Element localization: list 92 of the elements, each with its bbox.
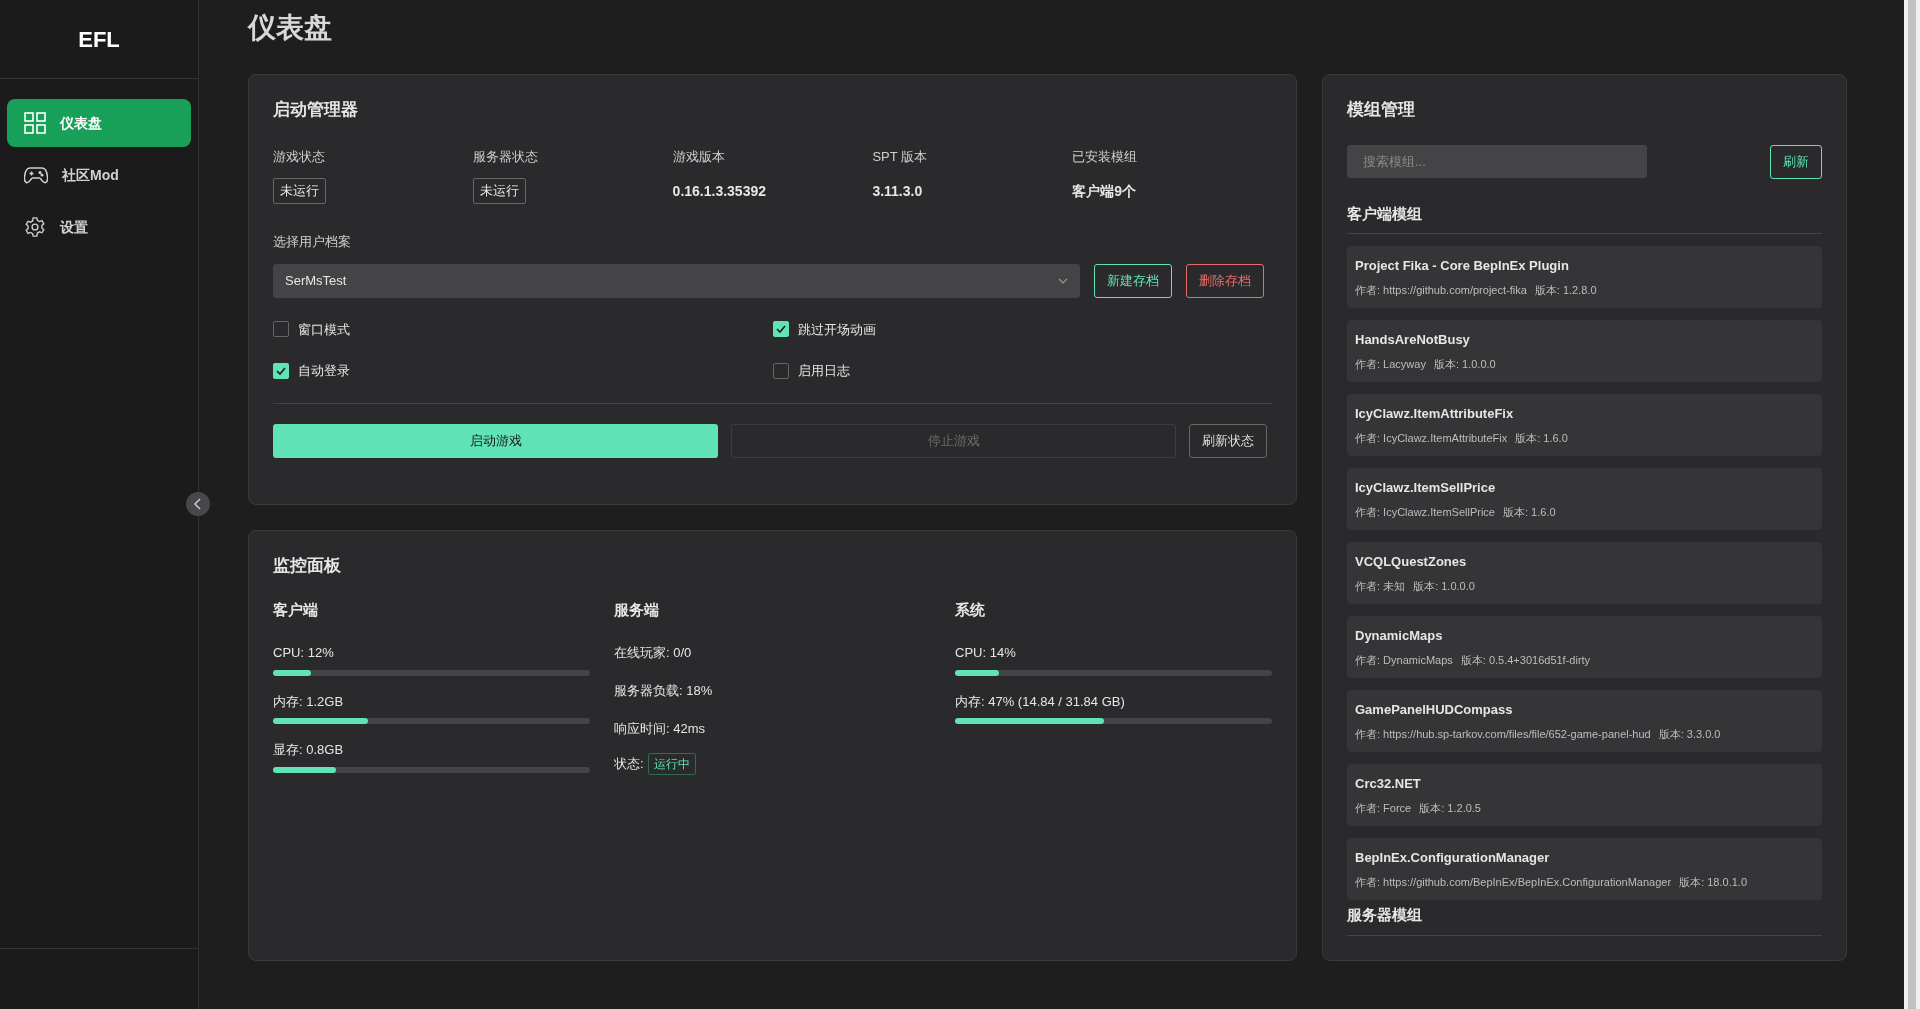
mod-card[interactable]: Project Fika - Core BepInEx Plugin 作者: https://github.com/project-fika 版本: 1.2.8.0 [1347, 246, 1822, 308]
mod-name: HandsAreNotBusy [1355, 331, 1471, 349]
mod-author: 作者: https://hub.sp-tarkov.com/files/file/652-game-panel-hud [1355, 726, 1651, 742]
mod-name: IcyClawz.ItemSellPrice [1355, 479, 1497, 497]
status-label: 游戏状态 [273, 147, 325, 166]
mod-card[interactable]: IcyClawz.ItemAttributeFix 作者: IcyClawz.ItemAttributeFix 版本: 1.6.0 [1347, 394, 1822, 456]
mod-name: IcyClawz.ItemAttributeFix [1355, 405, 1515, 423]
checkbox-label: 窗口模式 [298, 320, 350, 339]
mod-card[interactable]: GamePanelHUDCompass 作者: https://hub.sp-tarkov.com/files/file/652-game-panel-hud 版本: 3.3.0.0 [1347, 690, 1822, 752]
page-title: 仪表盘 [248, 11, 333, 45]
mod-name: Crc32.NET [1355, 775, 1422, 793]
gamepad-icon [24, 166, 48, 184]
mod-version: 版本: 3.3.0.0 [1658, 726, 1721, 742]
mod-name: BepInEx.ConfigurationManager [1355, 849, 1551, 867]
status-label: SPT 版本 [872, 147, 928, 166]
refresh-button[interactable]: 刷新 [1770, 144, 1822, 179]
nav-item[interactable]: 社区Mod [7, 151, 191, 199]
mod-card[interactable]: HandsAreNotBusy 作者: Lacyway 版本: 1.0.0.0 [1347, 320, 1822, 382]
stat-text: 在线玩家: 0/0 [614, 644, 693, 662]
checkbox-label: 自动登录 [298, 362, 350, 380]
mod-author: 作者: IcyClawz.ItemAttributeFix [1355, 430, 1508, 446]
checkbox[interactable] [273, 362, 289, 379]
panel-title: 监控面板 [273, 555, 342, 577]
mod-name: VCQLQuestZones [1355, 553, 1468, 571]
column-title: 系统 [955, 599, 986, 620]
meter-label: 显存: 0.8GB [273, 741, 345, 759]
mod-version: 版本: 1.6.0 [1515, 430, 1568, 446]
mod-author: 作者: IcyClawz.ItemSellPrice [1355, 504, 1495, 520]
mod-version: 版本: 1.0.0.0 [1433, 356, 1496, 372]
section-title: 服务器模组 [1347, 904, 1822, 936]
meter-label: 内存: 1.2GB [273, 692, 345, 711]
profile-button[interactable]: 新建存档 [1094, 263, 1172, 298]
check-icon [276, 366, 286, 375]
checkbox[interactable] [772, 362, 789, 379]
status-label: 服务器状态 [472, 147, 538, 166]
chevron-down-icon [1058, 277, 1068, 284]
meter-label: 内存: 47% (14.84 / 31.84 GB) [955, 692, 1126, 711]
mod-author: 作者: 未知 [1355, 578, 1406, 594]
profile-button[interactable]: 删除存档 [1186, 263, 1264, 298]
mod-name: Project Fika - Core BepInEx Plugin [1355, 257, 1570, 275]
settings-icon [24, 216, 46, 238]
checkbox[interactable] [772, 321, 789, 338]
collapse-button[interactable] [186, 492, 210, 516]
search-field[interactable]: 搜索模组... [1347, 145, 1647, 178]
check-icon [775, 325, 786, 334]
column-title: 服务端 [614, 599, 660, 620]
mod-version: 版本: 1.2.8.0 [1534, 282, 1597, 298]
status-label: 已安装模组 [1072, 147, 1138, 166]
mod-card[interactable]: BepInEx.ConfigurationManager 作者: https://github.com/BepInEx/BepInEx.ConfigurationManager 版本: 18.0.1.0 [1347, 838, 1822, 900]
mod-version: 版本: 1.0.0.0 [1413, 578, 1475, 594]
checkbox-label: 跳过开场动画 [797, 320, 876, 339]
mod-card[interactable]: DynamicMaps 作者: DynamicMaps 版本: 0.5.4+3016d51f-dirty [1347, 616, 1822, 678]
mod-name: GamePanelHUDCompass [1355, 701, 1514, 719]
action-button[interactable]: 刷新状态 [1189, 423, 1267, 458]
mod-author: 作者: https://github.com/project-fika [1355, 282, 1527, 298]
profile-select[interactable]: SerMsTest [273, 263, 1080, 298]
mod-author: 作者: Lacyway [1355, 356, 1426, 372]
mod-name: DynamicMaps [1355, 627, 1444, 645]
status-value: 3.11.3.0 [872, 182, 923, 201]
status-badge: 未运行 [472, 178, 526, 204]
mod-version: 版本: 1.2.0.5 [1419, 800, 1481, 816]
section-title: 客户端模组 [1347, 202, 1822, 234]
mod-author: 作者: DynamicMaps [1355, 652, 1453, 668]
panel-title: 模组管理 [1347, 99, 1416, 121]
mod-author: 作者: https://github.com/BepInEx/BepInEx.ConfigurationManager [1355, 874, 1672, 890]
status-badge: 运行中 [647, 753, 696, 775]
checkbox-label: 启用日志 [797, 362, 850, 380]
stat-text: 状态: [614, 755, 644, 774]
mod-version: 版本: 1.6.0 [1503, 504, 1556, 520]
mod-card[interactable]: IcyClawz.ItemSellPrice 作者: IcyClawz.ItemSellPrice 版本: 1.6.0 [1347, 468, 1822, 530]
app-logo: EFL [78, 25, 120, 54]
meter-label: CPU: 12% [273, 644, 335, 662]
stat-text: 服务器负载: 18% [614, 682, 714, 700]
action-button[interactable]: 启动游戏 [273, 423, 718, 458]
meter-label: CPU: 14% [955, 644, 1017, 662]
status-value: 0.16.1.3.35392 [672, 182, 766, 201]
mod-card[interactable]: Crc32.NET 作者: Force 版本: 1.2.0.5 [1347, 764, 1822, 826]
field-label: 选择用户档案 [273, 233, 352, 251]
status-value: 客户端9个 [1072, 182, 1136, 201]
stat-text: 响应时间: 42ms [614, 720, 706, 738]
mod-card[interactable]: VCQLQuestZones 作者: 未知 版本: 1.0.0.0 [1347, 542, 1822, 604]
panel-title: 启动管理器 [273, 99, 359, 121]
nav-item[interactable]: 设置 [7, 203, 191, 251]
status-badge: 未运行 [273, 178, 326, 204]
mod-author: 作者: Force [1355, 800, 1412, 816]
mod-version: 版本: 18.0.1.0 [1679, 874, 1747, 890]
chevron-left-icon [194, 498, 202, 510]
grid-icon [24, 112, 46, 134]
status-label: 游戏版本 [672, 147, 725, 166]
column-title: 客户端 [273, 599, 319, 620]
mod-version: 版本: 0.5.4+3016d51f-dirty [1460, 652, 1591, 668]
checkbox[interactable] [273, 321, 289, 338]
